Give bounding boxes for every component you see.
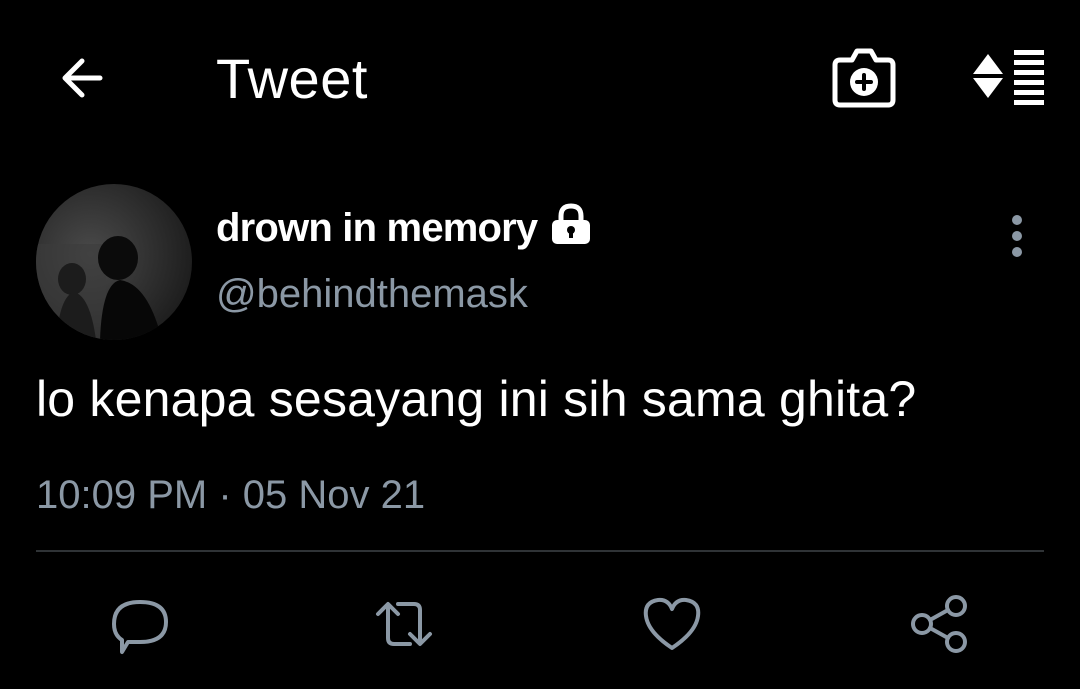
reply-icon bbox=[112, 600, 168, 654]
tweet-text: lo kenapa sesayang ini sih sama ghita? bbox=[36, 371, 917, 427]
more-options-button[interactable] bbox=[996, 210, 1038, 262]
sort-icon bbox=[973, 50, 1044, 105]
share-button[interactable] bbox=[908, 592, 972, 656]
share-icon bbox=[911, 595, 967, 653]
camera-button[interactable] bbox=[830, 42, 898, 110]
like-button[interactable] bbox=[640, 592, 704, 656]
page-title: Tweet bbox=[216, 47, 368, 110]
avatar-image bbox=[36, 184, 192, 340]
back-button[interactable] bbox=[50, 48, 116, 108]
retweet-icon bbox=[376, 602, 432, 646]
author-display-name[interactable]: drown in memory bbox=[216, 200, 538, 256]
avatar[interactable] bbox=[36, 184, 192, 340]
sort-button[interactable] bbox=[966, 44, 1050, 108]
author-username[interactable]: @behindthemask bbox=[216, 266, 528, 322]
top-app-bar: Tweet bbox=[0, 0, 1080, 160]
arrow-left-icon bbox=[62, 58, 103, 98]
reply-button[interactable] bbox=[108, 592, 172, 656]
more-vertical-icon bbox=[1012, 215, 1022, 257]
divider bbox=[36, 550, 1044, 552]
camera-plus-icon bbox=[832, 48, 896, 108]
lock-icon bbox=[549, 202, 593, 246]
tweet-timestamp: 10:09 PM · 05 Nov 21 bbox=[36, 473, 426, 517]
heart-icon bbox=[643, 597, 701, 650]
retweet-button[interactable] bbox=[372, 592, 436, 656]
